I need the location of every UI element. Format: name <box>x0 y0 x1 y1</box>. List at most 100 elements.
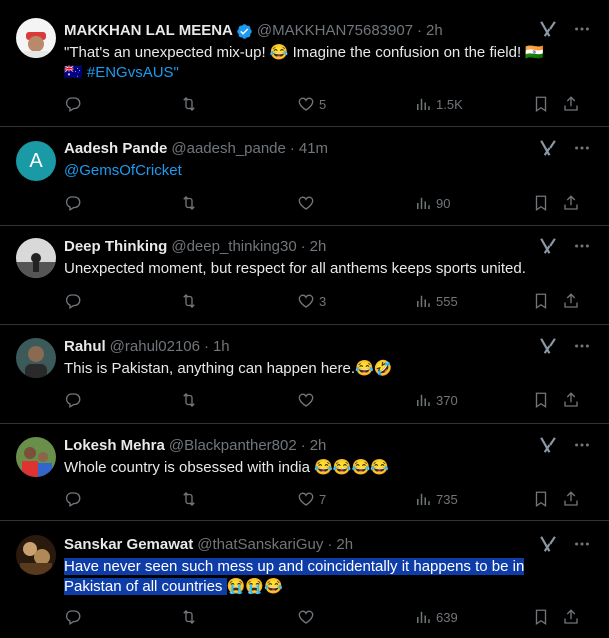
bookmark-icon <box>535 293 547 310</box>
verified-icon <box>236 23 253 40</box>
grok-icon[interactable] <box>539 337 557 360</box>
like-button[interactable] <box>297 391 319 409</box>
share-icon <box>564 491 578 506</box>
hashtag-link[interactable]: #ENGvsAUS" <box>87 64 179 81</box>
share-button[interactable] <box>562 95 580 113</box>
more-icon[interactable] <box>573 535 591 558</box>
share-button[interactable] <box>562 490 580 508</box>
avatar[interactable] <box>16 535 56 575</box>
like-button[interactable]: 3 <box>297 292 326 310</box>
handle[interactable]: @deep_thinking30 <box>171 237 296 257</box>
selected-text-line: Pakistan of all countries <box>64 578 223 595</box>
display-name[interactable]: Aadesh Pande <box>64 139 167 159</box>
timestamp[interactable]: 41m <box>299 139 328 159</box>
avatar[interactable] <box>16 437 56 477</box>
handle[interactable]: @thatSanskariGuy <box>197 535 323 555</box>
tweet[interactable]: Deep Thinking @deep_thinking30 · 2h Unex… <box>0 226 609 325</box>
tweet-top-actions <box>539 139 591 162</box>
grok-icon[interactable] <box>539 237 557 260</box>
share-icon <box>564 293 578 308</box>
bookmark-button[interactable] <box>532 95 550 113</box>
like-button[interactable]: 7 <box>297 490 326 508</box>
retweet-button[interactable] <box>180 608 198 626</box>
display-name[interactable]: Deep Thinking <box>64 237 167 257</box>
timestamp[interactable]: 2h <box>310 237 327 257</box>
grok-icon[interactable] <box>539 20 557 43</box>
tweet-text-line: "That's an unexpected mix-up! 😂 Imagine … <box>64 44 544 61</box>
like-button[interactable] <box>297 194 319 212</box>
avatar[interactable] <box>16 338 56 378</box>
views-button[interactable]: 370 <box>414 391 458 409</box>
avatar[interactable] <box>16 238 56 278</box>
timestamp[interactable]: 1h <box>213 337 230 357</box>
timestamp[interactable]: 2h <box>310 436 327 456</box>
tweet[interactable]: A Aadesh Pande @aadesh_pande · 41m @Gems… <box>0 127 609 226</box>
reply-icon <box>65 196 81 211</box>
tweet-actions: 639 <box>64 606 593 628</box>
like-button[interactable] <box>297 608 319 626</box>
views-button[interactable]: 1.5K <box>414 95 463 113</box>
share-icon <box>564 96 578 111</box>
more-icon[interactable] <box>573 436 591 459</box>
display-name[interactable]: Lokesh Mehra <box>64 436 165 456</box>
more-icon[interactable] <box>573 237 591 260</box>
bookmark-button[interactable] <box>532 490 550 508</box>
share-button[interactable] <box>562 292 580 310</box>
views-button[interactable]: 639 <box>414 608 458 626</box>
retweet-button[interactable] <box>180 95 202 113</box>
bookmark-icon <box>535 392 547 409</box>
share-button[interactable] <box>562 391 580 409</box>
bookmark-button[interactable] <box>532 391 550 409</box>
tweet-actions: 3 555 <box>64 290 593 312</box>
share-button[interactable] <box>562 194 580 212</box>
tweet[interactable]: Sanskar Gemawat @thatSanskariGuy · 2h Ha… <box>0 521 609 638</box>
tweet[interactable]: MAKKHAN LAL MEENA @MAKKHAN75683907 · 2h … <box>0 0 609 127</box>
handle[interactable]: @MAKKHAN75683907 <box>257 21 413 41</box>
like-button[interactable]: 5 <box>297 95 326 113</box>
tweet[interactable]: Lokesh Mehra @Blackpanther802 · 2h Whole… <box>0 424 609 521</box>
display-name[interactable]: MAKKHAN LAL MEENA <box>64 21 233 41</box>
reply-button[interactable] <box>64 95 86 113</box>
display-name[interactable]: Sanskar Gemawat <box>64 535 193 555</box>
reply-icon <box>65 393 81 408</box>
reply-button[interactable] <box>64 194 82 212</box>
retweet-button[interactable] <box>180 292 198 310</box>
bookmark-button[interactable] <box>532 292 550 310</box>
more-icon[interactable] <box>573 20 591 43</box>
display-name[interactable]: Rahul <box>64 337 106 357</box>
handle[interactable]: @Blackpanther802 <box>169 436 297 456</box>
more-icon[interactable] <box>573 139 591 162</box>
handle[interactable]: @aadesh_pande <box>171 139 286 159</box>
reply-button[interactable] <box>64 391 82 409</box>
timestamp[interactable]: 2h <box>426 21 443 41</box>
grok-icon[interactable] <box>539 535 557 558</box>
mention-link[interactable]: @GemsOfCricket <box>64 162 182 179</box>
reply-button[interactable] <box>64 608 82 626</box>
views-button[interactable]: 555 <box>414 292 458 310</box>
avatar[interactable]: A <box>16 141 56 181</box>
views-button[interactable]: 90 <box>414 194 450 212</box>
grok-icon[interactable] <box>539 139 557 162</box>
bookmark-button[interactable] <box>532 194 550 212</box>
reply-button[interactable] <box>64 490 82 508</box>
tweet-actions: 5 1.5K <box>64 93 593 115</box>
views-button[interactable]: 735 <box>414 490 458 508</box>
more-icon[interactable] <box>573 337 591 360</box>
tweet[interactable]: Rahul @rahul02106 · 1h This is Pakistan,… <box>0 325 609 424</box>
handle[interactable]: @rahul02106 <box>110 337 200 357</box>
share-icon <box>564 609 578 624</box>
retweet-button[interactable] <box>180 490 198 508</box>
like-icon <box>298 97 314 111</box>
reply-button[interactable] <box>64 292 82 310</box>
tweet-actions: 7 735 <box>64 488 593 510</box>
bookmark-button[interactable] <box>532 608 550 626</box>
timestamp[interactable]: 2h <box>336 535 353 555</box>
tweet-text: "That's an unexpected mix-up! 😂 Imagine … <box>64 43 609 83</box>
views-icon <box>417 98 430 110</box>
retweet-button[interactable] <box>180 194 198 212</box>
tweet-top-actions <box>539 535 591 558</box>
retweet-button[interactable] <box>180 391 198 409</box>
grok-icon[interactable] <box>539 436 557 459</box>
avatar[interactable] <box>16 18 56 58</box>
share-button[interactable] <box>562 608 580 626</box>
